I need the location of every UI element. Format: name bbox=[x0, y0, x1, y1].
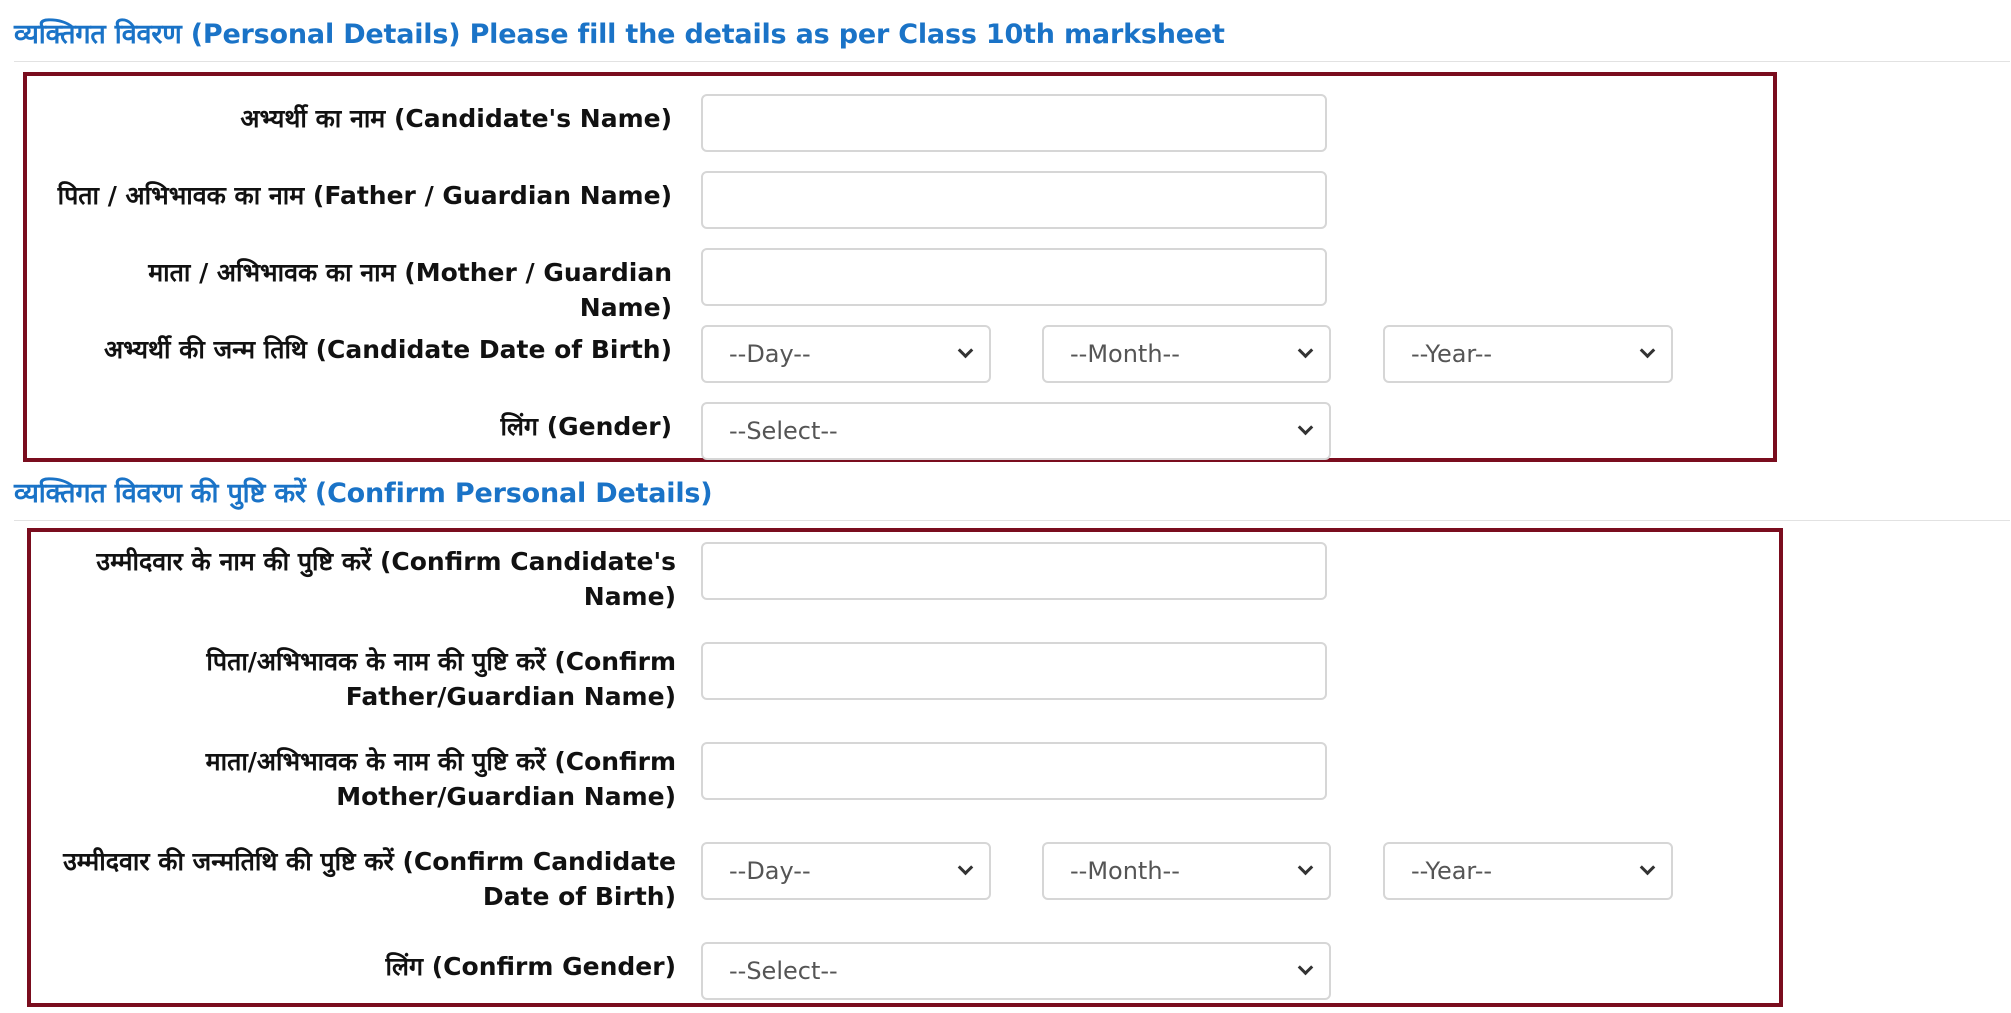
chevron-down-icon bbox=[1639, 859, 1656, 876]
candidate-name-input[interactable] bbox=[701, 94, 1327, 152]
confirm-dob-year-value: --Year-- bbox=[1411, 857, 1493, 885]
confirm-details-panel: उम्मीदवार के नाम की पुष्टि करें (Confirm… bbox=[27, 528, 1783, 1007]
chevron-down-icon bbox=[957, 859, 974, 876]
confirm-dob-label: उम्मीदवार की जन्मतिथि की पुष्टि करें (Co… bbox=[63, 847, 676, 911]
candidate-name-label: अभ्यर्थी का नाम (Candidate's Name) bbox=[240, 104, 672, 133]
confirm-name-label: उम्मीदवार के नाम की पुष्टि करें (Confirm… bbox=[96, 547, 676, 611]
confirm-gender-select[interactable]: --Select-- bbox=[701, 942, 1331, 1000]
chevron-down-icon bbox=[1297, 342, 1314, 359]
confirm-mother-label: माता/अभिभावक के नाम की पुष्टि करें (Conf… bbox=[205, 747, 676, 811]
chevron-down-icon bbox=[957, 342, 974, 359]
confirm-father-label: पिता/अभिभावक के नाम की पुष्टि करें (Conf… bbox=[206, 647, 676, 711]
confirm-details-title: व्यक्तिगत विवरण की पुष्टि करें (Confirm … bbox=[14, 478, 713, 509]
confirm-father-input[interactable] bbox=[701, 642, 1327, 700]
gender-select[interactable]: --Select-- bbox=[701, 402, 1331, 460]
chevron-down-icon bbox=[1639, 342, 1656, 359]
gender-value: --Select-- bbox=[729, 417, 838, 445]
section-divider bbox=[14, 61, 2010, 62]
dob-day-select[interactable]: --Day-- bbox=[701, 325, 991, 383]
confirm-name-input[interactable] bbox=[701, 542, 1327, 600]
confirm-dob-year-select[interactable]: --Year-- bbox=[1383, 842, 1673, 900]
confirm-dob-month-select[interactable]: --Month-- bbox=[1042, 842, 1331, 900]
confirm-dob-month-value: --Month-- bbox=[1070, 857, 1180, 885]
dob-month-select[interactable]: --Month-- bbox=[1042, 325, 1331, 383]
chevron-down-icon bbox=[1297, 859, 1314, 876]
registration-form-page: व्यक्तिगत विवरण (Personal Details) Pleas… bbox=[0, 0, 2011, 1013]
dob-day-value: --Day-- bbox=[729, 340, 811, 368]
mother-name-input[interactable] bbox=[701, 248, 1327, 306]
personal-details-panel: अभ्यर्थी का नाम (Candidate's Name) पिता … bbox=[23, 72, 1777, 462]
confirm-gender-value: --Select-- bbox=[729, 957, 838, 985]
section-divider bbox=[14, 520, 2010, 521]
chevron-down-icon bbox=[1297, 959, 1314, 976]
dob-label: अभ्यर्थी की जन्म तिथि (Candidate Date of… bbox=[104, 335, 672, 364]
dob-month-value: --Month-- bbox=[1070, 340, 1180, 368]
confirm-dob-day-value: --Day-- bbox=[729, 857, 811, 885]
confirm-gender-label: लिंग (Confirm Gender) bbox=[385, 952, 676, 981]
chevron-down-icon bbox=[1297, 419, 1314, 436]
father-name-label: पिता / अभिभावक का नाम (Father / Guardian… bbox=[57, 181, 672, 210]
confirm-mother-input[interactable] bbox=[701, 742, 1327, 800]
confirm-dob-day-select[interactable]: --Day-- bbox=[701, 842, 991, 900]
father-name-input[interactable] bbox=[701, 171, 1327, 229]
personal-details-title: व्यक्तिगत विवरण (Personal Details) Pleas… bbox=[14, 19, 1225, 50]
dob-year-value: --Year-- bbox=[1411, 340, 1493, 368]
gender-label: लिंग (Gender) bbox=[500, 412, 672, 441]
mother-name-label: माता / अभिभावक का नाम (Mother / Guardian… bbox=[148, 258, 672, 322]
dob-year-select[interactable]: --Year-- bbox=[1383, 325, 1673, 383]
